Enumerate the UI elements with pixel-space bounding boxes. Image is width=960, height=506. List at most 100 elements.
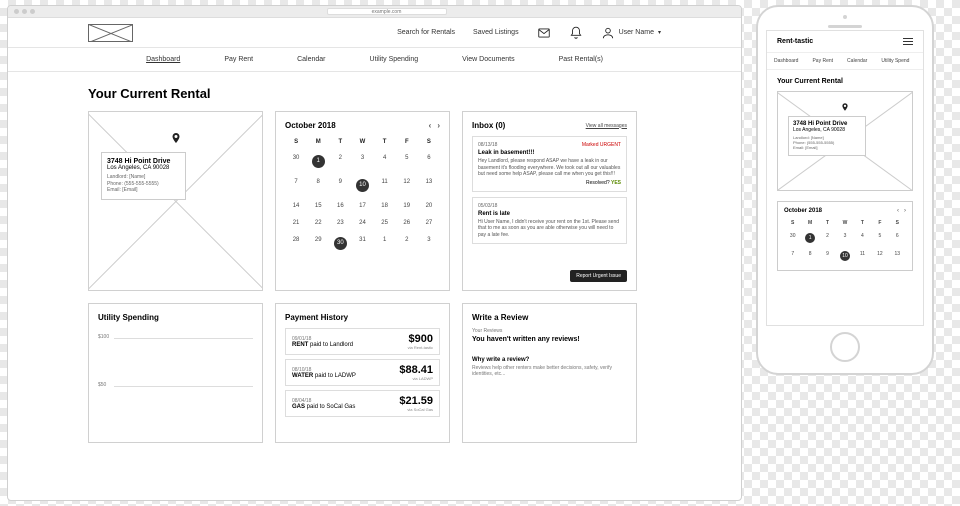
- calendar-day[interactable]: 5: [871, 230, 888, 246]
- url-bar[interactable]: example.com: [327, 8, 447, 15]
- calendar-day[interactable]: 2: [819, 230, 836, 246]
- calendar-day[interactable]: 13: [418, 175, 440, 196]
- calendar-day[interactable]: 2: [396, 233, 418, 254]
- inbox-message[interactable]: 08/13/18Marked URGENT Leak in basement!!…: [472, 136, 627, 192]
- calendar-day[interactable]: 28: [285, 233, 307, 254]
- logo[interactable]: [88, 24, 133, 42]
- calendar-day[interactable]: 24: [351, 216, 373, 230]
- calendar-day[interactable]: 1: [307, 151, 329, 172]
- calendar-day[interactable]: 1: [801, 230, 818, 246]
- calendar-day[interactable]: 21: [285, 216, 307, 230]
- window-controls[interactable]: [14, 9, 35, 14]
- nav-search-rentals[interactable]: Search for Rentals: [397, 29, 455, 36]
- calendar-day[interactable]: 8: [801, 248, 818, 264]
- phone-calendar: October 2018 ‹ › SMTWTFS3012345678910111…: [777, 201, 913, 271]
- no-reviews-text: You haven't written any reviews!: [472, 336, 627, 343]
- phone-home-button[interactable]: [830, 332, 860, 362]
- view-all-messages-link[interactable]: View all messages: [586, 123, 627, 129]
- calendar-day[interactable]: 26: [396, 216, 418, 230]
- landlord-email: Email: [Email]: [107, 187, 180, 194]
- payment-row[interactable]: 08/10/18WATER paid to LADWP $88.41via LA…: [285, 359, 440, 386]
- calendar-day[interactable]: 25: [374, 216, 396, 230]
- phone-tab-pay-rent[interactable]: Pay Rent: [805, 53, 840, 69]
- hamburger-icon[interactable]: [903, 38, 913, 45]
- phone-cal-prev[interactable]: ‹: [897, 208, 899, 214]
- calendar-day[interactable]: 14: [285, 199, 307, 213]
- calendar-day[interactable]: 1: [374, 233, 396, 254]
- calendar-day[interactable]: 16: [329, 199, 351, 213]
- calendar-day[interactable]: 7: [285, 175, 307, 196]
- calendar-day[interactable]: 3: [351, 151, 373, 172]
- calendar-day[interactable]: 27: [418, 216, 440, 230]
- calendar-day[interactable]: 31: [351, 233, 373, 254]
- calendar-day[interactable]: 30: [329, 233, 351, 254]
- calendar-day[interactable]: 30: [285, 151, 307, 172]
- phone-tab-calendar[interactable]: Calendar: [840, 53, 874, 69]
- calendar-day[interactable]: 17: [351, 199, 373, 213]
- report-urgent-button[interactable]: Report Urgent Issue: [570, 270, 627, 282]
- user-menu[interactable]: User Name ▾: [601, 26, 661, 40]
- phone-brand: Rent-tastic: [777, 38, 813, 45]
- mail-icon[interactable]: [537, 26, 551, 40]
- phone-camera: [843, 15, 847, 19]
- calendar-day[interactable]: 18: [374, 199, 396, 213]
- calendar-day[interactable]: 11: [374, 175, 396, 196]
- calendar-day[interactable]: 12: [396, 175, 418, 196]
- calendar-day[interactable]: 7: [784, 248, 801, 264]
- calendar-day[interactable]: 5: [396, 151, 418, 172]
- calendar-day[interactable]: 4: [374, 151, 396, 172]
- calendar-day[interactable]: 6: [418, 151, 440, 172]
- calendar-day[interactable]: 2: [329, 151, 351, 172]
- calendar-day[interactable]: 15: [307, 199, 329, 213]
- tab-view-documents[interactable]: View Documents: [462, 56, 514, 63]
- calendar-day[interactable]: 6: [889, 230, 906, 246]
- calendar-day[interactable]: 4: [854, 230, 871, 246]
- calendar-day[interactable]: 22: [307, 216, 329, 230]
- phone-tabs: Dashboard Pay Rent Calendar Utility Spen…: [767, 53, 923, 70]
- inbox-message[interactable]: 05/03/18 Rent is late Hi User Name, I di…: [472, 197, 627, 245]
- tab-past-rentals[interactable]: Past Rental(s): [559, 56, 603, 63]
- calendar-prev[interactable]: ‹: [429, 121, 432, 130]
- rental-map-card: 3748 Hi Point Drive Los Angeles, CA 9002…: [88, 111, 263, 291]
- payment-row[interactable]: 08/04/18GAS paid to SoCal Gas $21.59via …: [285, 390, 440, 417]
- nav-saved-listings[interactable]: Saved Listings: [473, 29, 519, 36]
- tab-dashboard[interactable]: Dashboard: [146, 56, 180, 63]
- calendar-day[interactable]: 20: [418, 199, 440, 213]
- calendar-day[interactable]: 9: [819, 248, 836, 264]
- user-name: User Name: [619, 29, 654, 36]
- address-line2: Los Angeles, CA 90028: [107, 165, 180, 171]
- calendar-day[interactable]: 19: [396, 199, 418, 213]
- inbox-card: Inbox (0) View all messages 08/13/18Mark…: [462, 111, 637, 291]
- phone-cal-month: October 2018: [784, 208, 822, 214]
- calendar-day[interactable]: 30: [784, 230, 801, 246]
- desktop-browser-window: example.com Search for Rentals Saved Lis…: [7, 5, 742, 501]
- calendar-day[interactable]: 10: [351, 175, 373, 196]
- phone-tab-utility[interactable]: Utility Spend: [874, 53, 916, 69]
- bell-icon[interactable]: [569, 26, 583, 40]
- calendar-day[interactable]: 3: [836, 230, 853, 246]
- calendar-day[interactable]: 23: [329, 216, 351, 230]
- phone-mockup: Rent-tastic Dashboard Pay Rent Calendar …: [756, 5, 934, 375]
- calendar-day[interactable]: 10: [836, 248, 853, 264]
- calendar-month: October 2018: [285, 121, 336, 130]
- tab-utility-spending[interactable]: Utility Spending: [370, 56, 419, 63]
- y-tick-50: $50: [98, 382, 106, 388]
- calendar-day[interactable]: 29: [307, 233, 329, 254]
- calendar-day[interactable]: 13: [889, 248, 906, 264]
- address-line1: 3748 Hi Point Drive: [107, 158, 180, 165]
- tab-calendar[interactable]: Calendar: [297, 56, 325, 63]
- your-reviews-label: Your Reviews: [472, 328, 627, 334]
- phone-cal-grid: SMTWTFS3012345678910111213: [784, 218, 906, 264]
- payment-row[interactable]: 09/01/18RENT paid to Landlord $900via Re…: [285, 328, 440, 355]
- calendar-day[interactable]: 12: [871, 248, 888, 264]
- calendar-day[interactable]: 3: [418, 233, 440, 254]
- calendar-day[interactable]: 9: [329, 175, 351, 196]
- phone-cal-next[interactable]: ›: [904, 208, 906, 214]
- phone-screen: Rent-tastic Dashboard Pay Rent Calendar …: [766, 30, 924, 326]
- calendar-day[interactable]: 11: [854, 248, 871, 264]
- calendar-day[interactable]: 8: [307, 175, 329, 196]
- phone-tab-dashboard[interactable]: Dashboard: [767, 53, 805, 69]
- calendar-next[interactable]: ›: [437, 121, 440, 130]
- tab-pay-rent[interactable]: Pay Rent: [224, 56, 253, 63]
- address-card: 3748 Hi Point Drive Los Angeles, CA 9002…: [101, 152, 186, 200]
